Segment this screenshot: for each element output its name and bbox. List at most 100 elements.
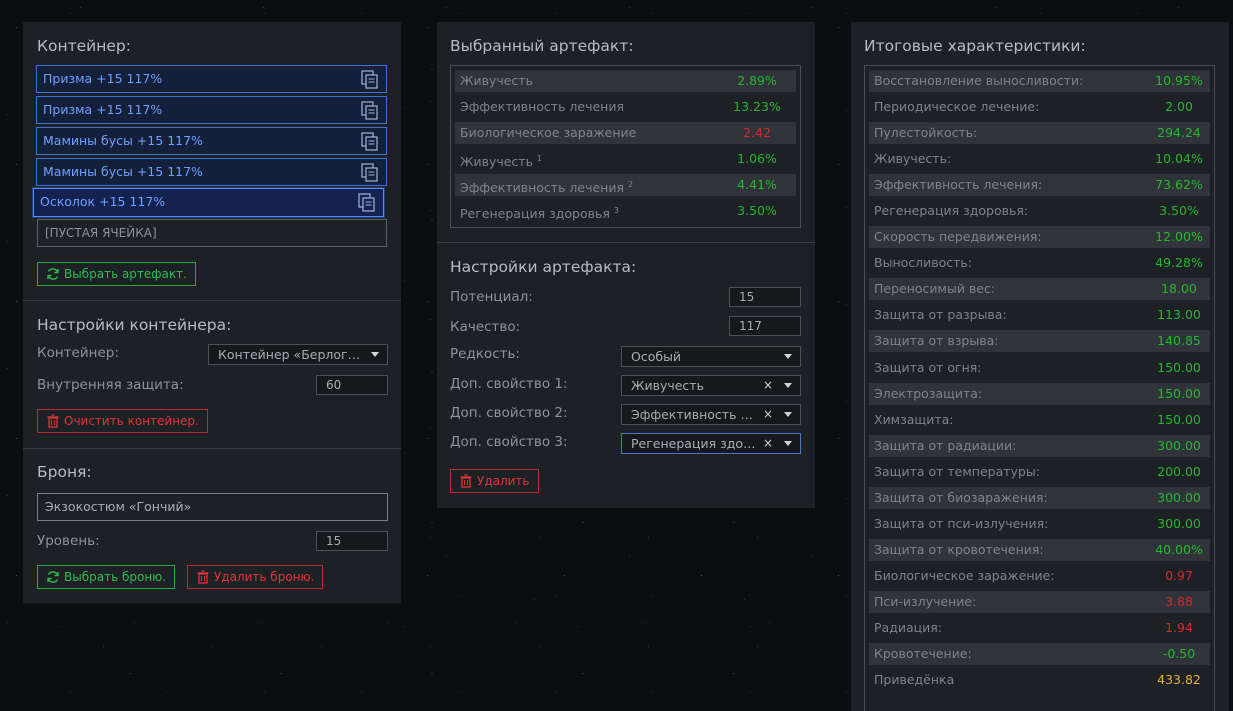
- stat-value: 13.23%: [733, 99, 781, 115]
- stat-value: 10.04%: [1155, 151, 1203, 167]
- selected-artifact-title: Выбранный артефакт:: [450, 37, 634, 55]
- right-panel: Итоговые характеристики: Восстановление …: [851, 22, 1229, 711]
- stat-row: Биологическое заражение 2.42: [455, 122, 796, 145]
- extra-property-3-select[interactable]: Регенерация здор… ×: [621, 433, 801, 454]
- total-row: Защита от огня: 150.00: [869, 357, 1210, 379]
- container-slot[interactable]: Мамины бусы +15 117%: [36, 158, 387, 186]
- stat-value: 113.00: [1157, 307, 1201, 323]
- extra-property-1-label: Доп. свойство 1:: [450, 376, 568, 392]
- clear-icon[interactable]: ×: [763, 376, 773, 395]
- chevron-down-icon: [784, 412, 792, 417]
- stat-value: 300.00: [1157, 437, 1201, 453]
- stat-name: Эффективность лечения:: [874, 177, 1043, 193]
- divider: [437, 242, 815, 243]
- delete-armor-button[interactable]: Удалить броню.: [187, 565, 324, 589]
- container-settings-title: Настройки контейнера:: [37, 316, 232, 334]
- stat-name: Эффективность лечения: [460, 99, 625, 115]
- select-armor-button[interactable]: Выбрать броню.: [37, 565, 176, 589]
- rarity-label: Редкость:: [450, 346, 520, 362]
- stat-name: Скорость передвижения:: [874, 229, 1042, 245]
- stat-value: 200.00: [1157, 463, 1201, 479]
- total-row: Пси-излучение: 3.88: [869, 590, 1210, 613]
- rarity-select[interactable]: Особый: [621, 346, 801, 367]
- stat-name: Защита от температуры:: [874, 463, 1040, 479]
- extra-property-3-label: Доп. свойство 3:: [450, 434, 568, 450]
- stat-value: 49.28%: [1155, 255, 1203, 271]
- level-input[interactable]: 15: [316, 531, 388, 551]
- left-panel: Контейнер: Призма +15 117% Призма +15 11…: [23, 22, 401, 603]
- button-label: Удалить броню.: [214, 570, 315, 584]
- chevron-down-icon: [371, 352, 379, 357]
- clear-icon[interactable]: ×: [763, 405, 773, 424]
- copy-icon[interactable]: [361, 163, 379, 182]
- stat-value: 140.85: [1157, 333, 1201, 349]
- quality-label: Качество:: [450, 319, 521, 335]
- refresh-icon: [47, 268, 59, 280]
- stat-name: Радиация:: [874, 619, 942, 635]
- stat-value: 1.06%: [737, 151, 777, 167]
- stat-name: Регенерация здоровья:: [874, 203, 1029, 219]
- stat-name: Электрозащита:: [874, 385, 983, 401]
- potential-label: Потенциал:: [450, 289, 533, 305]
- armor-field[interactable]: Экзокостюм «Гончий»: [37, 493, 388, 521]
- stat-value: 150.00: [1157, 359, 1201, 375]
- copy-icon[interactable]: [358, 193, 376, 212]
- container-slot-selected[interactable]: Осколок +15 117%: [33, 188, 384, 217]
- stat-row: Регенерация здоровья 3 3.50%: [455, 200, 796, 222]
- select-value: Живучесть: [631, 378, 704, 393]
- clear-container-button[interactable]: Очистить контейнер.: [37, 409, 208, 433]
- stat-name: Биологическое заражение:: [874, 567, 1055, 583]
- container-slot[interactable]: Призма +15 117%: [36, 96, 387, 124]
- stat-name: Живучесть:: [874, 151, 952, 167]
- stat-name: Живучесть 1: [460, 154, 543, 170]
- slot-label: Призма +15 117%: [43, 102, 163, 117]
- potential-input[interactable]: 15: [729, 287, 801, 307]
- artifact-settings-title: Настройки артефакта:: [450, 258, 637, 276]
- select-artifact-button[interactable]: Выбрать артефакт.: [37, 262, 196, 286]
- copy-icon[interactable]: [361, 132, 379, 151]
- button-label: Выбрать артефакт.: [64, 267, 187, 281]
- total-row: Защита от температуры: 200.00: [869, 461, 1210, 483]
- extra-property-2-label: Доп. свойство 2:: [450, 405, 568, 421]
- stat-value: 300.00: [1157, 515, 1201, 531]
- container-slot[interactable]: Мамины бусы +15 117%: [36, 127, 387, 155]
- slot-label: Мамины бусы +15 117%: [43, 164, 203, 179]
- container-label: Контейнер:: [37, 345, 119, 361]
- stat-row: Живучесть 1 1.06%: [455, 148, 796, 170]
- copy-icon[interactable]: [361, 70, 379, 89]
- container-select[interactable]: Контейнер «Берлога…: [208, 344, 388, 365]
- extra-property-2-select[interactable]: Эффективность ле… ×: [621, 404, 801, 425]
- stat-name: Периодическое лечение:: [874, 99, 1040, 115]
- stat-value: 1.94: [1165, 619, 1193, 635]
- inner-protection-label: Внутренняя защита:: [37, 377, 184, 393]
- clear-icon[interactable]: ×: [763, 434, 773, 453]
- stat-name: Защита от пси-излучения:: [874, 515, 1049, 531]
- slot-label: Призма +15 117%: [43, 71, 163, 86]
- copy-icon[interactable]: [361, 101, 379, 120]
- stat-name: Биологическое заражение: [460, 125, 637, 141]
- total-row: Выносливость: 49.28%: [869, 252, 1210, 274]
- total-row: Эффективность лечения: 73.62%: [869, 174, 1210, 197]
- selected-artifact-stats: Живучесть 2.89% Эффективность лечения 13…: [450, 65, 801, 228]
- level-label: Уровень:: [37, 533, 100, 549]
- container-slot[interactable]: Призма +15 117%: [36, 65, 387, 93]
- stat-name: Живучесть: [460, 73, 533, 88]
- stat-value: 10.95%: [1155, 73, 1203, 88]
- total-row: Пулестойкость: 294.24: [869, 122, 1210, 145]
- stat-name: Защита от огня:: [874, 359, 982, 375]
- total-row: Живучесть: 10.04%: [869, 148, 1210, 170]
- empty-slot[interactable]: [ПУСТАЯ ЯЧЕЙКА]: [37, 219, 387, 247]
- stat-value: 0.97: [1165, 567, 1193, 583]
- stat-name: Пулестойкость:: [874, 125, 978, 141]
- total-row: Регенерация здоровья: 3.50%: [869, 200, 1210, 222]
- stat-name: Кровотечение:: [874, 646, 972, 662]
- extra-property-1-select[interactable]: Живучесть ×: [621, 375, 801, 396]
- quality-input[interactable]: 117: [729, 316, 801, 336]
- inner-protection-input[interactable]: 60: [316, 375, 388, 395]
- total-row: Защита от кровотечения: 40.00%: [869, 538, 1210, 561]
- delete-artifact-button[interactable]: Удалить: [450, 469, 539, 493]
- total-row: Радиация: 1.94: [869, 617, 1210, 639]
- divider: [23, 300, 401, 301]
- stat-value: 2.42: [743, 125, 771, 141]
- stat-row: Эффективность лечения 13.23%: [455, 96, 796, 118]
